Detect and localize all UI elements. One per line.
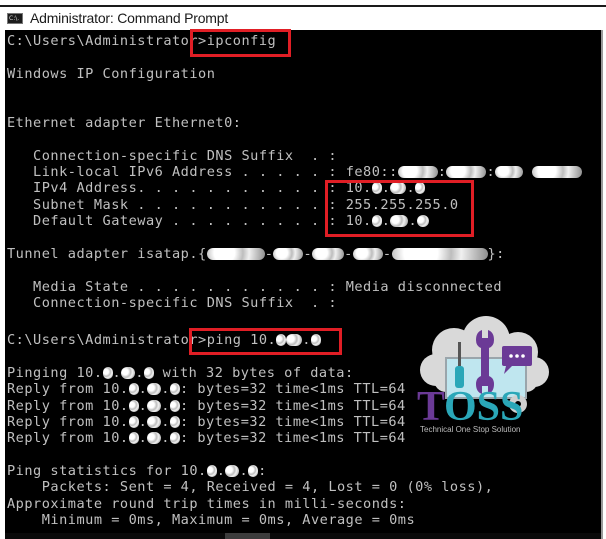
ipv4-label: IPv4 Address. . . . . . . . . . . :	[7, 180, 346, 196]
reply-prefix: Reply from 10.	[7, 398, 129, 414]
redaction-mark	[128, 416, 139, 428]
redaction-mark	[128, 400, 139, 412]
redaction-mark	[147, 432, 162, 444]
redaction-mark	[531, 166, 582, 178]
tunnel-adapter-heading: Tunnel adapter isatap.{- - - -}:	[7, 246, 505, 262]
window-titlebar[interactable]: C:\. Administrator: Command Prompt	[0, 8, 606, 30]
redaction-mark	[391, 248, 488, 260]
redaction-mark	[143, 367, 154, 379]
media-state-value: Media disconnected	[345, 279, 503, 295]
ipv6-line: Link-local IPv6 Address . . . . . : fe80…	[7, 164, 582, 180]
redaction-mark	[147, 400, 162, 412]
gateway-label: Default Gateway . . . . . . . . . :	[7, 213, 346, 229]
reply-line: Reply from 10...: bytes=32 time<1ms TTL=…	[7, 430, 406, 446]
reply-prefix: Reply from 10.	[7, 430, 129, 446]
reply-line: Reply from 10...: bytes=32 time<1ms TTL=…	[7, 398, 406, 414]
redaction-mark	[273, 248, 304, 260]
redaction-mark	[225, 465, 240, 477]
highlight-box-ping	[189, 328, 342, 355]
redaction-mark	[312, 248, 345, 260]
redaction-mark	[147, 383, 162, 395]
logo-tagline: Technical One Stop Solution	[420, 425, 521, 434]
console-output[interactable]: C:\Users\Administrator>ipconfig Windows …	[5, 30, 603, 539]
media-state-label: Media State . . . . . . . . . . . :	[7, 279, 346, 295]
highlight-box-ip-settings	[325, 180, 474, 237]
horizontal-scrollbar-thumb[interactable]	[225, 533, 270, 539]
window-title: Administrator: Command Prompt	[30, 10, 229, 26]
rtt-values-line: Minimum = 0ms, Maximum = 0ms, Average = …	[7, 512, 416, 528]
reply-suffix: : bytes=32 time<1ms TTL=64	[179, 381, 406, 397]
cmd-icon-text: C:\.	[9, 15, 20, 22]
logo-letters-oss: OSS	[444, 384, 523, 430]
redaction-mark	[102, 367, 113, 379]
redaction-mark	[169, 400, 180, 412]
pinging-prefix: Pinging 10.	[7, 365, 103, 381]
ping-stats-heading: Ping statistics for 10...:	[7, 463, 267, 479]
highlight-box-ipconfig	[190, 29, 291, 57]
redaction-mark	[121, 367, 136, 379]
packets-line: Packets: Sent = 4, Received = 4, Lost = …	[7, 479, 494, 495]
reply-suffix: : bytes=32 time<1ms TTL=64	[179, 414, 406, 430]
redaction-mark	[169, 383, 180, 395]
redaction-mark	[446, 166, 487, 178]
top-rule	[0, 5, 606, 7]
media-state-line: Media State . . . . . . . . . . . : Medi…	[7, 279, 502, 295]
horizontal-scrollbar[interactable]	[5, 533, 601, 539]
logo-letter-t: T	[417, 384, 445, 430]
rtt-heading: Approximate round trip times in milli-se…	[7, 496, 407, 512]
heading-ethernet-adapter: Ethernet adapter Ethernet0:	[7, 115, 242, 131]
redaction-mark	[128, 432, 139, 444]
tunnel-suffix: }:	[487, 246, 505, 262]
redaction-mark	[397, 166, 438, 178]
reply-prefix: Reply from 10.	[7, 381, 129, 397]
prompt-path: C:\Users\Administrator>	[7, 33, 207, 49]
reply-line: Reply from 10...: bytes=32 time<1ms TTL=…	[7, 381, 406, 397]
redaction-mark	[248, 465, 259, 477]
reply-suffix: : bytes=32 time<1ms TTL=64	[179, 430, 406, 446]
ipv6-value: fe80::	[345, 164, 398, 180]
reply-suffix: : bytes=32 time<1ms TTL=64	[179, 398, 406, 414]
redaction-mark	[352, 248, 383, 260]
tunnel-dns-suffix-line: Connection-specific DNS Suffix . :	[7, 295, 337, 311]
reply-line: Reply from 10...: bytes=32 time<1ms TTL=…	[7, 414, 406, 430]
subnet-label: Subnet Mask . . . . . . . . . . . :	[7, 197, 346, 213]
prompt-path: C:\Users\Administrator>	[7, 332, 207, 348]
pinging-line: Pinging 10... with 32 bytes of data:	[7, 365, 354, 381]
redaction-mark	[169, 432, 180, 444]
pinging-suffix: with 32 bytes of data:	[153, 365, 354, 381]
redaction-mark	[206, 248, 265, 260]
toss-logo: T OSS Technical One Stop Solution	[417, 316, 549, 434]
redaction-mark	[147, 416, 162, 428]
ipv6-label: Link-local IPv6 Address . . . . . :	[7, 164, 346, 180]
redaction-mark	[206, 465, 217, 477]
redaction-mark	[169, 416, 180, 428]
reply-prefix: Reply from 10.	[7, 414, 129, 430]
tunnel-prefix: Tunnel adapter isatap.{	[7, 246, 207, 262]
dns-suffix-line: Connection-specific DNS Suffix . :	[7, 148, 337, 164]
redaction-mark	[495, 166, 524, 178]
redaction-mark	[128, 383, 139, 395]
heading-windows-ip: Windows IP Configuration	[7, 66, 216, 82]
cmd-icon: C:\.	[7, 13, 23, 24]
ping-stats-suffix: :	[258, 463, 267, 479]
ping-stats-prefix: Ping statistics for 10.	[7, 463, 207, 479]
